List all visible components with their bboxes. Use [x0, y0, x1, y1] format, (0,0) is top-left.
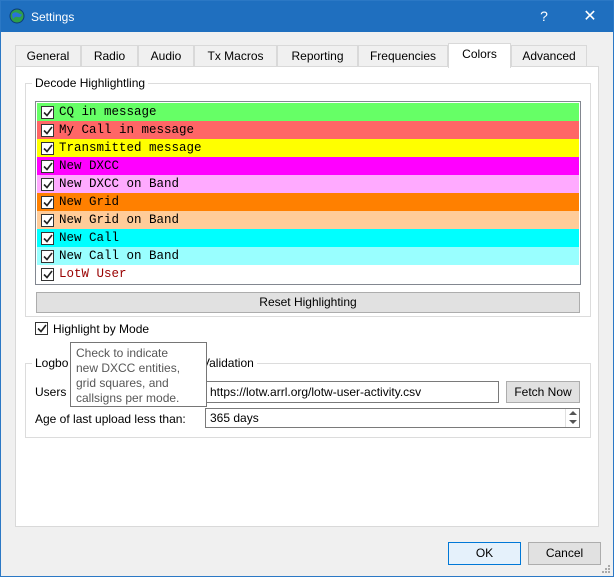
check-icon — [43, 162, 53, 171]
checkbox[interactable] — [41, 196, 54, 209]
lotw-group-title-left: Logbo — [32, 356, 72, 370]
tooltip-line: Check to indicate — [76, 346, 169, 360]
highlight-label: New Grid — [59, 195, 120, 209]
cancel-button[interactable]: Cancel — [528, 542, 601, 565]
fetch-now-button[interactable]: Fetch Now — [506, 381, 580, 403]
tooltip-line: grid squares, and — [76, 376, 169, 390]
resize-grip-icon[interactable] — [600, 563, 610, 573]
app-globe-icon — [9, 8, 25, 24]
highlight-label: My Call in message — [59, 123, 195, 137]
tab-frequencies[interactable]: Frequencies — [358, 45, 448, 67]
title-bar[interactable]: Settings ? ✕ — [1, 1, 613, 32]
check-icon — [43, 198, 53, 207]
age-label: Age of last upload less than: — [35, 412, 186, 426]
highlight-item-new-grid-band[interactable]: New Grid on Band — [37, 211, 579, 229]
tab-audio[interactable]: Audio — [138, 45, 194, 67]
check-icon — [43, 144, 53, 153]
highlight-item-new-call-band[interactable]: New Call on Band — [37, 247, 579, 265]
check-icon — [43, 234, 53, 243]
check-icon — [43, 270, 53, 279]
lotw-url-input[interactable]: https://lotw.arrl.org/lotw-user-activity… — [205, 381, 499, 403]
check-icon — [43, 252, 53, 261]
colors-tab-page: Decode Highlightling CQ in message My Ca… — [15, 66, 599, 527]
tooltip: Check to indicate new DXCC entities, gri… — [70, 342, 207, 407]
check-icon — [43, 180, 53, 189]
tab-tx-macros[interactable]: Tx Macros — [194, 45, 277, 67]
highlight-item-new-dxcc-band[interactable]: New DXCC on Band — [37, 175, 579, 193]
highlight-label: Transmitted message — [59, 141, 202, 155]
checkbox[interactable] — [41, 250, 54, 263]
decode-highlighting-title: Decode Highlightling — [32, 76, 149, 90]
check-icon — [43, 126, 53, 135]
highlight-item-my-call[interactable]: My Call in message — [37, 121, 579, 139]
spin-down-icon[interactable] — [569, 420, 577, 424]
checkbox[interactable] — [41, 214, 54, 227]
tab-reporting[interactable]: Reporting — [277, 45, 358, 67]
close-button[interactable]: ✕ — [567, 1, 613, 32]
lotw-group-title-right: Validation — [199, 356, 257, 370]
highlight-label: New Call on Band — [59, 249, 180, 263]
highlight-item-lotw-user[interactable]: LotW User — [37, 265, 579, 283]
highlight-label: LotW User — [59, 267, 127, 281]
spin-up-icon[interactable] — [569, 411, 577, 415]
highlight-item-new-grid[interactable]: New Grid — [37, 193, 579, 211]
highlight-item-new-call[interactable]: New Call — [37, 229, 579, 247]
tab-radio[interactable]: Radio — [81, 45, 138, 67]
check-icon — [43, 108, 53, 117]
highlight-label: New Grid on Band — [59, 213, 180, 227]
check-icon — [37, 324, 47, 333]
highlight-item-cq[interactable]: CQ in message — [37, 103, 579, 121]
reset-highlighting-button[interactable]: Reset Highlighting — [36, 292, 580, 313]
spin-arrows[interactable] — [565, 409, 579, 427]
highlight-by-mode-label[interactable]: Highlight by Mode — [53, 322, 149, 336]
check-icon — [43, 216, 53, 225]
age-value: 365 days — [210, 411, 259, 425]
tooltip-line: new DXCC entities, — [76, 361, 181, 375]
highlight-list[interactable]: CQ in message My Call in message Transmi… — [35, 101, 581, 285]
ok-button[interactable]: OK — [448, 542, 521, 565]
highlight-item-transmitted[interactable]: Transmitted message — [37, 139, 579, 157]
checkbox[interactable] — [41, 232, 54, 245]
tooltip-line: callsigns per mode. — [76, 391, 180, 405]
checkbox[interactable] — [41, 142, 54, 155]
highlight-label: New Call — [59, 231, 120, 245]
window-title: Settings — [31, 10, 75, 24]
checkbox[interactable] — [41, 124, 54, 137]
checkbox[interactable] — [41, 268, 54, 281]
highlight-label: CQ in message — [59, 105, 157, 119]
highlight-label: New DXCC on Band — [59, 177, 180, 191]
checkbox[interactable] — [41, 106, 54, 119]
tab-general[interactable]: General — [15, 45, 81, 67]
highlight-by-mode-checkbox[interactable] — [35, 322, 48, 335]
highlight-item-new-dxcc[interactable]: New DXCC — [37, 157, 579, 175]
highlight-label: New DXCC — [59, 159, 120, 173]
help-button[interactable]: ? — [521, 1, 567, 32]
users-label: Users — [35, 385, 67, 399]
checkbox[interactable] — [41, 160, 54, 173]
checkbox[interactable] — [41, 178, 54, 191]
tab-colors[interactable]: Colors — [448, 43, 511, 68]
age-spinbox[interactable]: 365 days — [205, 408, 580, 428]
settings-window: Settings ? ✕ General Radio Audio Tx Macr… — [0, 0, 614, 577]
tab-advanced[interactable]: Advanced — [511, 45, 587, 67]
tab-bar: General Radio Audio Tx Macros Reporting … — [15, 43, 595, 68]
